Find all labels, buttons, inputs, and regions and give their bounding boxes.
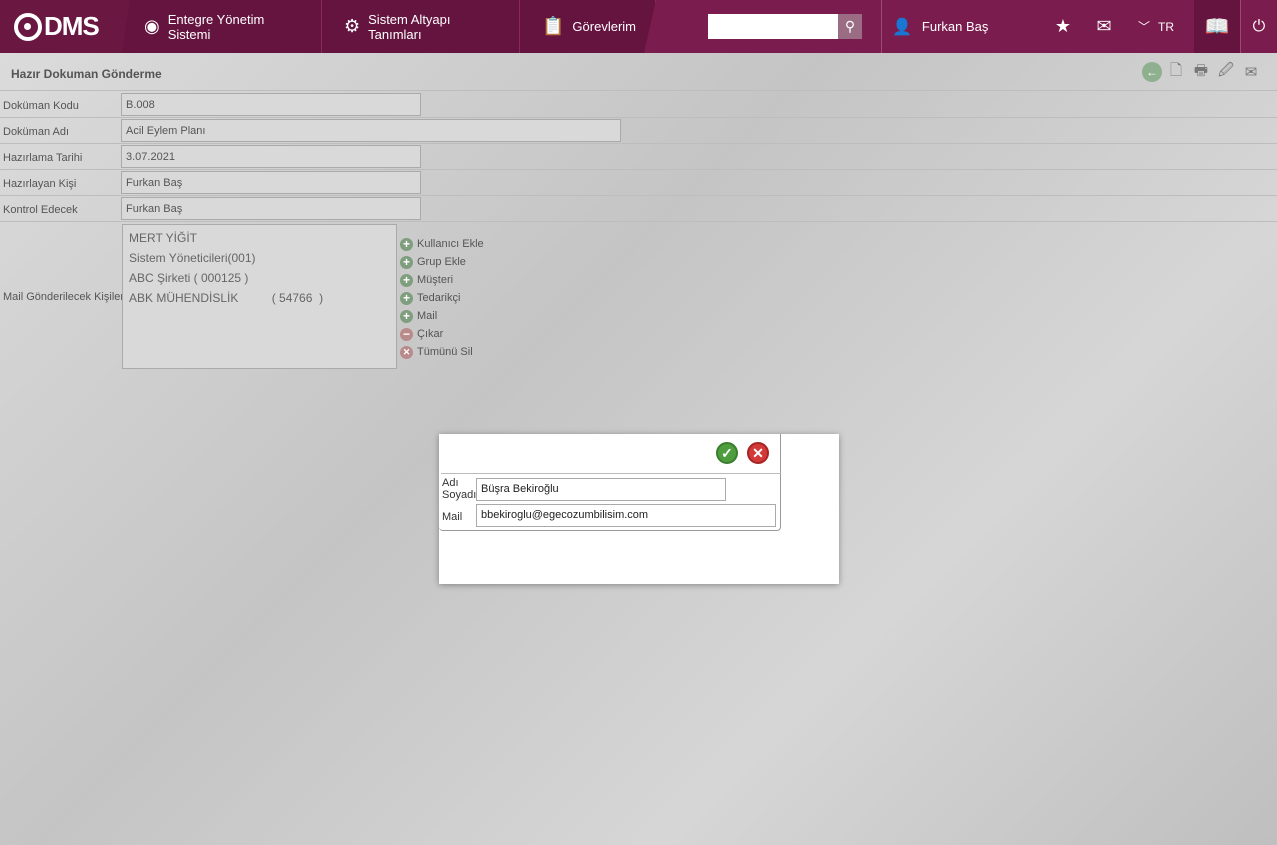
add-mail-button[interactable]: + Mail: [400, 307, 484, 325]
divider: [881, 0, 882, 53]
list-item[interactable]: ABC Şirketi ( 000125 ): [129, 270, 390, 290]
user-icon: 👤: [892, 18, 912, 36]
plus-icon: +: [400, 291, 413, 305]
label-mail: Mail: [442, 511, 463, 523]
chevron-down-icon: ﹀: [1138, 20, 1151, 34]
checked-by-field: Furkan Baş: [121, 197, 421, 220]
add-user-button[interactable]: + Kullanıcı Ekle: [400, 235, 484, 253]
page-title: Hazır Dokuman Gönderme: [11, 67, 162, 81]
label-mail-recipients: Mail Gönderilecek Kişiler: [3, 291, 125, 303]
nav-entegre-yonetim[interactable]: ◉ Entegre Yönetim Sistemi: [122, 0, 322, 53]
edit-document-icon[interactable]: 🖉: [1215, 61, 1237, 83]
nav-sistem-altyapi[interactable]: ⚙ Sistem Altyapı Tanımları: [322, 0, 520, 53]
action-label: Kullanıcı Ekle: [417, 238, 484, 250]
cancel-button[interactable]: ✕: [747, 442, 769, 464]
search-input[interactable]: [708, 14, 838, 39]
logo-text: DMS: [44, 11, 100, 41]
action-label: Mail: [417, 310, 438, 322]
divider: [0, 90, 1277, 91]
action-label: Müşteri: [417, 274, 454, 286]
list-item[interactable]: ABK MÜHENDİSLİK ( 54766 ): [129, 290, 390, 310]
messages-button[interactable]: ✉: [1092, 0, 1116, 53]
plus-icon: +: [400, 237, 413, 251]
search-box: ⚲: [708, 14, 862, 39]
qdms-logo[interactable]: DMS: [0, 0, 130, 53]
nav-label: Entegre Yönetim Sistemi: [167, 11, 265, 42]
list-item[interactable]: Sistem Yöneticileri(001): [129, 250, 390, 270]
gear-icon: ⚙: [344, 16, 361, 36]
close-icon: ✕: [752, 444, 764, 461]
preparation-date-field: 3.07.2021: [121, 145, 421, 168]
label-prepared-by: Hazırlayan Kişi: [3, 178, 77, 190]
label-full-name: Adı Soyadı: [442, 477, 477, 501]
clear-all-button[interactable]: ✕ Tümünü Sil: [400, 343, 484, 361]
action-label: Tümünü Sil: [417, 346, 473, 358]
checkmark-icon: ✓: [721, 444, 733, 461]
back-arrow-icon[interactable]: ←: [1142, 62, 1162, 82]
minus-icon: −: [400, 327, 413, 341]
document-icon[interactable]: 🗋: [1165, 61, 1187, 83]
recipients-list[interactable]: MERT YİĞİT Sistem Yöneticileri(001) ABC …: [122, 224, 397, 369]
action-label: Grup Ekle: [417, 256, 466, 268]
send-mail-icon[interactable]: ✉: [1240, 61, 1262, 83]
divider: [0, 195, 1277, 196]
clipboard-icon: 📋: [542, 16, 565, 36]
label-preparation-date: Hazırlama Tarihi: [3, 152, 83, 164]
document-code-field: B.008: [121, 93, 421, 116]
plus-icon: +: [400, 273, 413, 287]
add-customer-button[interactable]: + Müşteri: [400, 271, 484, 289]
q-logo-icon: [14, 12, 42, 41]
action-label: Çıkar: [417, 328, 444, 340]
power-icon: ⏻: [1252, 17, 1266, 35]
nav-label: Sistem Altyapı Tanımları: [368, 11, 451, 42]
mail-input[interactable]: bbekiroglu@egecozumbilisim.com: [476, 504, 776, 527]
divider: [0, 169, 1277, 170]
plus-icon: +: [400, 255, 413, 269]
plus-icon: +: [400, 309, 413, 323]
language-code: TR: [1158, 19, 1175, 34]
book-icon: 📖: [1204, 16, 1230, 38]
divider: [0, 143, 1277, 144]
toolbar: ← 🗋 🖶 🖉 ✉: [1142, 61, 1262, 83]
recipient-actions: + Kullanıcı Ekle + Grup Ekle + Müşteri + Ted…: [400, 235, 484, 361]
prepared-by-field: Furkan Baş: [121, 171, 421, 194]
nav-label: Görevlerim: [572, 19, 636, 34]
logout-button[interactable]: ⏻: [1241, 0, 1277, 53]
add-mail-dialog: ✓ ✕ Adı Soyadı Büşra Bekiroğlu Mail bbek…: [439, 434, 839, 584]
divider: [0, 221, 1277, 222]
favorites-button[interactable]: ★: [1052, 0, 1074, 53]
label-checked-by: Kontrol Edecek: [3, 204, 78, 216]
add-supplier-button[interactable]: + Tedarikçi: [400, 289, 484, 307]
star-icon: ★: [1054, 16, 1072, 36]
search-icon: ⚲: [844, 18, 856, 34]
search-button[interactable]: ⚲: [838, 14, 862, 39]
label-document-name: Doküman Adı: [3, 126, 70, 138]
remove-button[interactable]: − Çıkar: [400, 325, 484, 343]
top-navbar: DMS ◉ Entegre Yönetim Sistemi ⚙ Sistem A…: [0, 0, 1277, 53]
add-group-button[interactable]: + Grup Ekle: [400, 253, 484, 271]
divider: [0, 117, 1277, 118]
manual-button[interactable]: 📖: [1194, 0, 1240, 53]
close-icon: ✕: [400, 345, 413, 359]
nav-gorevlerim[interactable]: 📋 Görevlerim: [520, 0, 656, 53]
label-document-code: Doküman Kodu: [3, 100, 79, 112]
list-item[interactable]: MERT YİĞİT: [129, 230, 390, 250]
mail-icon: ✉: [1096, 16, 1112, 36]
language-selector[interactable]: ﹀ TR: [1138, 0, 1174, 53]
confirm-button[interactable]: ✓: [716, 442, 738, 464]
user-name: Furkan Baş: [921, 19, 989, 34]
print-icon[interactable]: 🖶: [1190, 61, 1212, 83]
divider: [441, 473, 781, 474]
document-name-field: Acil Eylem Planı: [121, 119, 621, 142]
action-label: Tedarikçi: [417, 292, 461, 304]
full-name-input[interactable]: Büşra Bekiroğlu: [476, 478, 726, 501]
q-logo-icon: ◉: [144, 16, 160, 36]
user-menu[interactable]: 👤 Furkan Baş: [892, 0, 988, 53]
